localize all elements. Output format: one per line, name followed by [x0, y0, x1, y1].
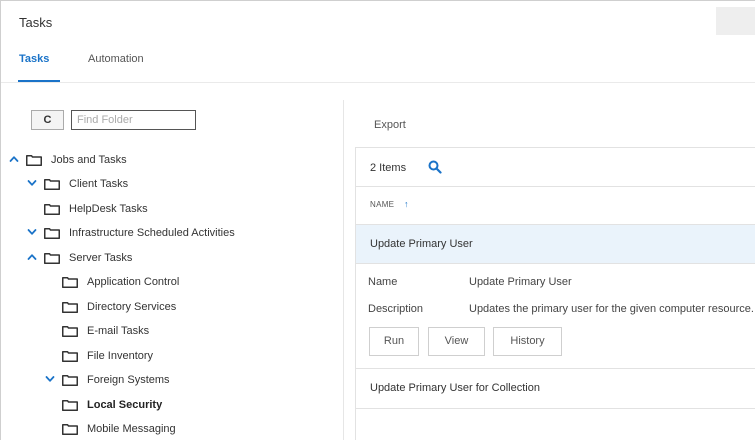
- tab-tasks[interactable]: Tasks: [19, 53, 49, 65]
- selected-row-divider: [355, 263, 755, 264]
- tree-item-helpdesk-tasks[interactable]: HelpDesk Tasks: [27, 200, 320, 220]
- folder-icon: [26, 155, 42, 166]
- details-divider: [355, 368, 755, 369]
- panel-top-border: [355, 147, 755, 148]
- run-button[interactable]: Run: [369, 327, 419, 356]
- window-top-border: [0, 0, 755, 1]
- tree-item-label: File Inventory: [87, 350, 154, 362]
- search-icon[interactable]: [428, 160, 442, 174]
- tree-item-client-tasks[interactable]: Client Tasks: [27, 175, 320, 195]
- tree-item-label: Application Control: [87, 276, 180, 288]
- page-title: Tasks: [19, 15, 53, 30]
- detail-description-value: Updates the primary user for the given c…: [469, 303, 754, 315]
- tree-item-label: Infrastructure Scheduled Activities: [69, 227, 235, 239]
- detail-name-value: Update Primary User: [469, 276, 572, 288]
- folder-icon: [44, 179, 60, 190]
- chevron-up-icon[interactable]: [9, 154, 19, 164]
- tree-item-directory-services[interactable]: Directory Services: [45, 298, 320, 318]
- table-row-label[interactable]: Update Primary User: [370, 238, 473, 250]
- tree-item-label: Client Tasks: [69, 178, 129, 190]
- tree-item-label: Jobs and Tasks: [51, 154, 127, 166]
- folder-icon: [62, 277, 78, 288]
- header-right-panel: [716, 7, 755, 35]
- tree-item-jobs-and-tasks[interactable]: Jobs and Tasks: [9, 151, 320, 171]
- column-header-name[interactable]: NAME: [370, 200, 394, 209]
- tree-item-file-inventory[interactable]: File Inventory: [45, 347, 320, 367]
- folder-icon: [44, 253, 60, 264]
- tree-item-local-security[interactable]: Local Security: [45, 396, 320, 416]
- tree-item-label: Local Security: [87, 399, 163, 411]
- tree-item-label: Directory Services: [87, 301, 177, 313]
- tree-item-label: Mobile Messaging: [87, 423, 176, 435]
- items-count: 2 Items: [370, 162, 407, 174]
- tree-item-application-control[interactable]: Application Control: [45, 273, 320, 293]
- export-button[interactable]: Export: [374, 119, 406, 131]
- tree-item-label: HelpDesk Tasks: [69, 203, 148, 215]
- folder-icon: [62, 424, 78, 435]
- chevron-down-icon[interactable]: [27, 227, 37, 237]
- detail-description-label: Description: [368, 303, 424, 315]
- detail-name-label: Name: [368, 276, 398, 288]
- sort-ascending-icon[interactable]: ↑: [404, 199, 409, 209]
- chevron-up-icon[interactable]: [27, 252, 37, 262]
- chevron-down-icon[interactable]: [45, 374, 55, 384]
- chevron-down-icon[interactable]: [27, 178, 37, 188]
- tree-item-label: E-mail Tasks: [87, 325, 150, 337]
- tree-item-label: Server Tasks: [69, 252, 133, 264]
- tree-item-label: Foreign Systems: [87, 374, 170, 386]
- history-button[interactable]: History: [493, 327, 562, 356]
- row-divider: [355, 408, 755, 409]
- tree-item-server-tasks[interactable]: Server Tasks: [27, 249, 320, 269]
- folder-icon: [62, 351, 78, 362]
- view-button[interactable]: View: [428, 327, 485, 356]
- tree-item-infrastructure-scheduled-activities[interactable]: Infrastructure Scheduled Activities: [27, 224, 320, 244]
- table-row-label[interactable]: Update Primary User for Collection: [370, 382, 540, 394]
- refresh-icon: C: [43, 114, 52, 126]
- window-left-border: [0, 0, 1, 440]
- tree-item-foreign-systems[interactable]: Foreign Systems: [45, 371, 320, 391]
- panel-divider: [343, 100, 344, 440]
- folder-icon: [44, 204, 60, 215]
- folder-icon: [44, 228, 60, 239]
- find-folder-input[interactable]: [71, 110, 196, 130]
- refresh-button[interactable]: C: [31, 110, 64, 130]
- folder-icon: [62, 302, 78, 313]
- folder-icon: [62, 375, 78, 386]
- folder-icon: [62, 326, 78, 337]
- toolbar-divider: [355, 186, 755, 187]
- tree-item-e-mail-tasks[interactable]: E-mail Tasks: [45, 322, 320, 342]
- tree-item-mobile-messaging[interactable]: Mobile Messaging: [45, 420, 320, 440]
- task-list-panel: [355, 147, 755, 440]
- folder-icon: [62, 400, 78, 411]
- header-divider: [1, 82, 755, 83]
- tab-automation[interactable]: Automation: [88, 53, 144, 65]
